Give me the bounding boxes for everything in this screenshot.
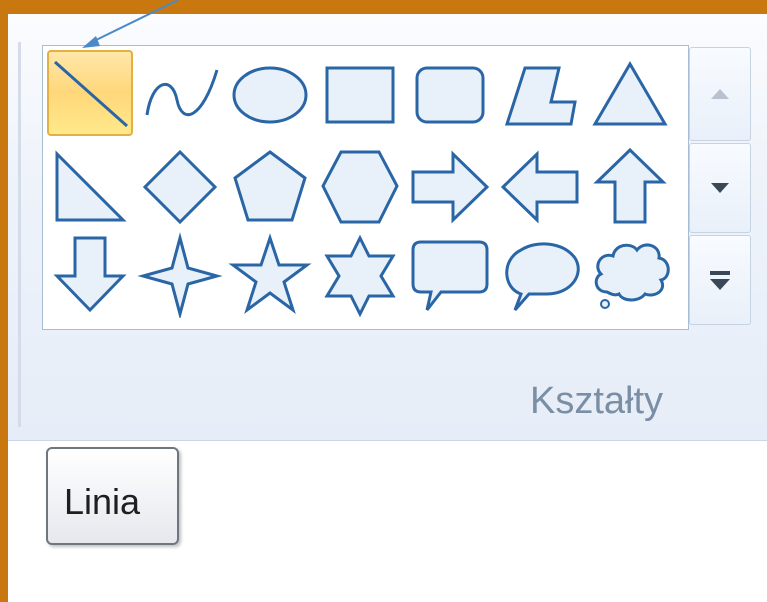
left-arrow-shape-button[interactable] — [497, 142, 583, 228]
rounded-rectangle-shape-button[interactable] — [407, 50, 493, 136]
shapes-gallery — [42, 45, 689, 330]
six-point-star-shape-button[interactable] — [317, 232, 403, 318]
line-shape-icon — [54, 60, 128, 128]
scroll-up-icon — [711, 89, 729, 99]
triangle-shape-icon — [592, 61, 668, 126]
scroll-down-icon — [711, 183, 729, 193]
cloud-callout-shape-icon — [594, 243, 670, 309]
callout-arrow-icon — [82, 0, 179, 48]
cloud-callout-shape-button[interactable] — [587, 232, 673, 318]
oval-shape-button[interactable] — [227, 50, 313, 136]
rounded-rectangle-callout-shape-icon — [411, 240, 489, 311]
right-triangle-shape-button[interactable] — [47, 142, 133, 228]
pentagon-shape-icon — [233, 150, 307, 222]
five-point-star-shape-button[interactable] — [227, 232, 313, 318]
gallery-scroll — [689, 45, 753, 328]
oval-callout-shape-button[interactable] — [497, 232, 583, 318]
down-arrow-shape-icon — [53, 236, 127, 313]
rounded-rectangle-shape-icon — [415, 66, 485, 124]
window-left-border — [0, 0, 8, 602]
up-arrow-shape-icon — [593, 147, 667, 224]
oval-shape-icon — [232, 66, 308, 124]
rounded-callout-shape-button[interactable] — [407, 232, 493, 318]
gallery-expand-icon — [710, 271, 730, 290]
diamond-shape-icon — [142, 149, 218, 225]
line-shape-button[interactable] — [47, 50, 133, 136]
polygon-shape-icon — [504, 66, 577, 126]
scroll-up-button[interactable] — [689, 47, 751, 141]
up-arrow-shape-button[interactable] — [587, 142, 673, 228]
diamond-shape-button[interactable] — [137, 142, 223, 228]
scroll-down-button[interactable] — [689, 143, 751, 233]
rectangle-shape-button[interactable] — [317, 50, 403, 136]
gallery-expand-button[interactable] — [689, 235, 751, 325]
shapes-group-label: Kształty — [530, 380, 664, 422]
curve-shape-button[interactable] — [137, 50, 223, 136]
tooltip: Linia — [46, 447, 179, 545]
six-point-star-shape-icon — [324, 234, 396, 318]
right-triangle-shape-icon — [55, 150, 127, 222]
left-arrow-shape-icon — [500, 150, 579, 224]
triangle-shape-button[interactable] — [587, 50, 673, 136]
four-point-star-shape-button[interactable] — [137, 232, 223, 318]
oval-callout-shape-icon — [505, 242, 580, 311]
five-point-star-shape-icon — [228, 233, 312, 314]
right-arrow-shape-icon — [411, 150, 490, 224]
four-point-star-shape-icon — [137, 232, 223, 318]
pentagon-shape-button[interactable] — [227, 142, 313, 228]
hexagon-shape-button[interactable] — [317, 142, 403, 228]
tooltip-text: Linia — [64, 481, 141, 522]
polygon-shape-button[interactable] — [497, 50, 583, 136]
hexagon-shape-icon — [321, 150, 399, 224]
curve-shape-icon — [145, 69, 219, 117]
right-arrow-shape-button[interactable] — [407, 142, 493, 228]
ribbon-separator — [18, 42, 21, 427]
rectangle-shape-icon — [325, 66, 395, 124]
down-arrow-shape-button[interactable] — [47, 232, 133, 318]
